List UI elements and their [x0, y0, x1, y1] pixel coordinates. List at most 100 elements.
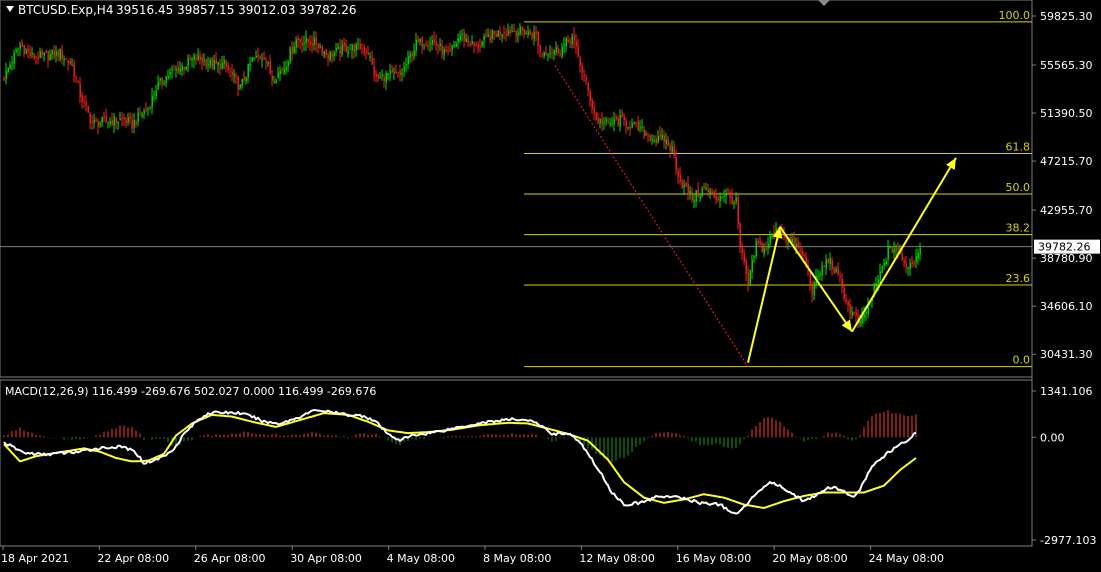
candle-bull — [149, 108, 151, 110]
candle-bear — [437, 45, 439, 48]
candle-bull — [117, 121, 119, 124]
candle-bear — [637, 121, 639, 131]
price-tick-label: 55565.30 — [1040, 59, 1093, 72]
candle-bull — [241, 78, 243, 87]
candle-bull — [733, 202, 735, 204]
main-panel-frame — [0, 0, 1033, 378]
candle-bull — [443, 49, 445, 56]
candle-bull — [767, 243, 769, 249]
candle-bull — [141, 114, 143, 117]
candle-bull — [543, 52, 545, 57]
candle-bull — [93, 119, 95, 124]
candle-bull — [239, 84, 241, 89]
candle-bear — [103, 116, 105, 118]
candle-bull — [415, 39, 417, 51]
candle-bull — [565, 38, 567, 47]
candle-bull — [191, 58, 193, 60]
candle-bear — [331, 53, 333, 57]
chart-svg[interactable]: BTCUSD.Exp,H4 39516.45 39857.15 39012.03… — [0, 0, 1101, 568]
candle-bear — [463, 31, 465, 41]
candle-bear — [263, 57, 265, 60]
fib-level-label: 100.0 — [999, 9, 1031, 22]
candle-bull — [9, 64, 11, 69]
candle-bull — [795, 244, 797, 247]
candle-bear — [473, 42, 475, 46]
candle-bull — [907, 267, 909, 269]
arrow-head-icon[interactable] — [841, 319, 852, 332]
candle-bear — [905, 263, 907, 268]
candle-bear — [741, 246, 743, 254]
candle-bear — [87, 106, 89, 113]
candle-bear — [729, 192, 731, 198]
candle-bear — [799, 249, 801, 251]
candle-bull — [223, 60, 225, 64]
symbol-label: BTCUSD.Exp,H4 — [18, 3, 113, 17]
candle-bull — [695, 190, 697, 202]
candle-bear — [897, 246, 899, 252]
time-tick-label: 26 Apr 08:00 — [194, 552, 266, 565]
candle-bear — [703, 187, 705, 189]
candle-bear — [485, 33, 487, 35]
candle-bull — [631, 123, 633, 128]
candle-bull — [599, 119, 601, 124]
candle-bear — [325, 49, 327, 55]
candle-bear — [225, 60, 227, 67]
candle-bull — [379, 76, 381, 78]
fib-trend-line[interactable] — [554, 65, 749, 367]
candle-bull — [645, 133, 647, 135]
candle-bull — [603, 122, 605, 124]
candle-bull — [455, 43, 457, 47]
candle-bull — [15, 49, 17, 53]
candle-bear — [81, 95, 83, 102]
candle-bear — [669, 144, 671, 151]
trend-arrow-line[interactable] — [851, 157, 957, 333]
candle-bear — [679, 174, 681, 182]
candle-bear — [177, 66, 179, 74]
candle-bull — [99, 122, 101, 125]
chevron-down-icon[interactable] — [6, 6, 14, 12]
candle-bear — [843, 287, 845, 299]
candle-bear — [115, 117, 117, 123]
candle-bear — [765, 247, 767, 249]
candle-bull — [459, 34, 461, 41]
candle-bear — [269, 60, 271, 74]
candle-bull — [381, 74, 383, 76]
candle-bear — [321, 45, 323, 54]
candle-bear — [833, 268, 835, 274]
candle-bear — [105, 116, 107, 122]
candle-bull — [639, 127, 641, 129]
candle-bear — [837, 267, 839, 274]
candle-bull — [471, 40, 473, 44]
arrows-group[interactable] — [747, 157, 957, 363]
candle-bear — [479, 46, 481, 48]
candle-bear — [123, 117, 125, 120]
candle-bear — [433, 38, 435, 43]
macd-label: MACD(12,26,9) 116.499 -269.676 502.027 0… — [5, 385, 376, 398]
candle-bear — [53, 50, 55, 58]
candle-bear — [621, 113, 623, 117]
candle-bull — [423, 46, 425, 48]
candle-bear — [95, 119, 97, 121]
candle-bear — [89, 114, 91, 123]
candle-bear — [643, 128, 645, 137]
fibonacci-group[interactable]: 100.0 61.8 50.0 38.2 23.6 0.0 — [524, 9, 1032, 368]
candle-bear — [363, 46, 365, 53]
candle-bull — [101, 116, 103, 123]
candle-bear — [747, 272, 749, 285]
trend-arrow-line[interactable] — [779, 226, 853, 333]
candle-bull — [159, 78, 161, 81]
candle-bull — [209, 59, 211, 66]
chart-root[interactable]: BTCUSD.Exp,H4 39516.45 39857.15 39012.03… — [0, 0, 1101, 568]
candle-bull — [725, 192, 727, 197]
candle-bear — [803, 254, 805, 256]
candle-bull — [303, 42, 305, 44]
candle-bear — [589, 91, 591, 102]
candle-bear — [23, 45, 25, 54]
candle-bear — [727, 192, 729, 194]
candle-bear — [61, 50, 63, 59]
candle-bear — [845, 299, 847, 303]
candle-bull — [553, 50, 555, 55]
candle-bear — [45, 50, 47, 53]
candle-bear — [545, 53, 547, 56]
candle-bull — [487, 34, 489, 37]
